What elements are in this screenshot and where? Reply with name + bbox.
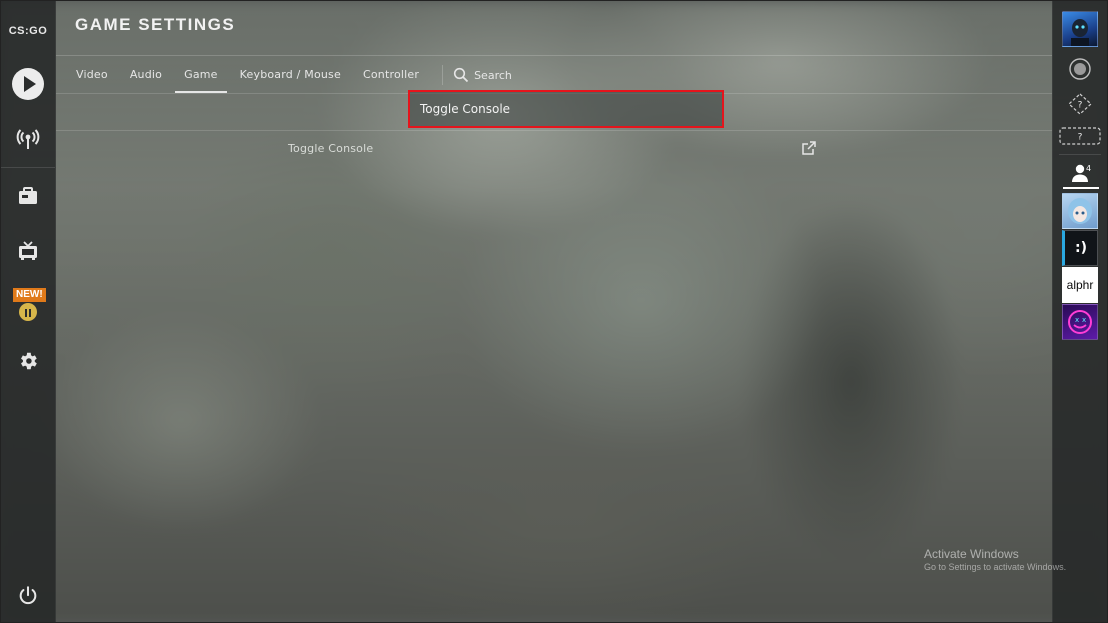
friends-button[interactable]	[1053, 163, 1107, 183]
power-icon	[19, 586, 37, 605]
search-icon	[453, 67, 469, 83]
svg-text:?: ?	[1078, 101, 1083, 111]
svg-text:?: ?	[1078, 133, 1083, 143]
wingman-rank-unknown[interactable]: ?	[1053, 127, 1107, 145]
tab-game[interactable]: Game	[173, 57, 229, 93]
right-sidebar: ? ? 4 :) alphr x x	[1052, 1, 1107, 622]
friends-count: 4	[1086, 164, 1092, 173]
external-link-icon	[802, 141, 816, 155]
tab-audio[interactable]: Audio	[119, 57, 173, 93]
header-divider	[56, 55, 1052, 56]
search-button[interactable]: Search	[453, 57, 512, 93]
watch-live-button[interactable]	[1, 117, 55, 161]
medal-icon	[1069, 58, 1091, 80]
inventory-icon	[19, 187, 37, 204]
gear-icon	[21, 352, 37, 370]
settings-button[interactable]	[1, 339, 55, 383]
result-toggle-console[interactable]: Toggle Console	[288, 142, 373, 155]
left-nav: CS:GO NEW!	[1, 1, 56, 622]
rank-icon[interactable]	[1053, 57, 1107, 81]
activate-windows-title: Activate Windows	[924, 547, 1019, 561]
search-input[interactable]: Toggle Console	[408, 90, 724, 128]
skill-group-unknown[interactable]: ?	[1053, 93, 1107, 115]
tab-controller[interactable]: Controller	[352, 57, 430, 93]
inventory-button[interactable]	[1, 174, 55, 218]
friend-avatar-4[interactable]: x x	[1062, 304, 1098, 340]
csgo-logo[interactable]: CS:GO	[1, 17, 55, 45]
open-setting-button[interactable]	[801, 140, 819, 158]
tv-icon	[19, 241, 37, 260]
new-badge: NEW!	[13, 288, 46, 302]
play-icon	[12, 68, 44, 100]
unknown-rank-icon: ?	[1059, 127, 1101, 145]
user-avatar[interactable]	[1062, 11, 1098, 47]
operation-icon	[19, 303, 37, 321]
friend-avatar-1[interactable]	[1062, 193, 1098, 229]
friends-tab-indicator	[1063, 187, 1099, 189]
friend-avatar-3[interactable]: alphr	[1062, 267, 1098, 303]
game-settings-screen: CS:GO NEW! GAME SETTINGS Video Audio Gam…	[0, 0, 1108, 623]
tab-divider	[442, 65, 444, 85]
profile-avatar-art	[1071, 19, 1089, 46]
anime-avatar-art	[1068, 198, 1092, 224]
neon-face-avatar-art: x x	[1068, 310, 1092, 334]
nav-divider	[1, 167, 55, 168]
settings-tabs: Video Audio Game Keyboard / Mouse Contro…	[65, 57, 512, 93]
activate-windows-subtitle: Go to Settings to activate Windows.	[924, 562, 1067, 572]
watch-button[interactable]	[1, 229, 55, 273]
broadcast-icon	[16, 129, 40, 149]
svg-text:x: x	[1075, 316, 1079, 324]
search-label: Search	[474, 68, 512, 82]
unknown-rank-icon: ?	[1068, 93, 1092, 115]
tab-video[interactable]: Video	[65, 57, 119, 93]
play-button[interactable]	[1, 62, 55, 106]
power-button[interactable]	[1, 574, 55, 618]
svg-text:x: x	[1082, 316, 1086, 324]
results-divider	[56, 130, 1052, 131]
friend-avatar-2[interactable]: :)	[1062, 230, 1098, 266]
tab-keyboard-mouse[interactable]: Keyboard / Mouse	[229, 57, 352, 93]
right-divider	[1059, 154, 1101, 155]
page-title: GAME SETTINGS	[75, 15, 236, 34]
